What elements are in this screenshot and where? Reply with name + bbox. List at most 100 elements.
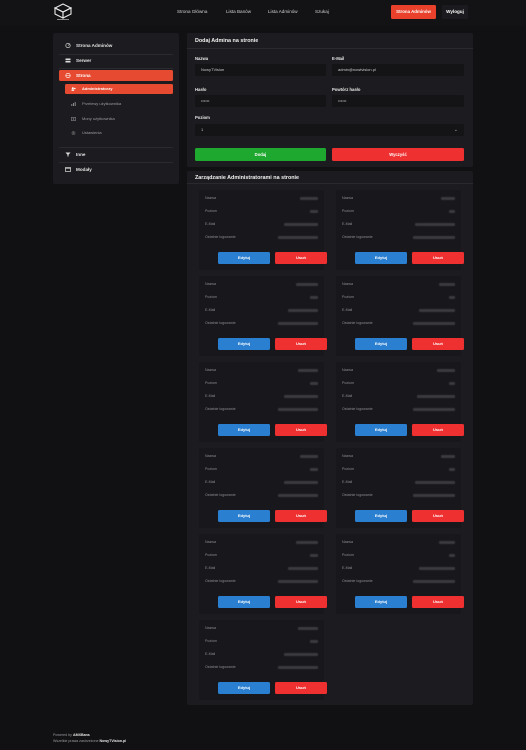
delete-admin-button[interactable]: Usuń [275, 510, 327, 522]
filter-icon [65, 152, 71, 157]
delete-admin-button[interactable]: Usuń [412, 596, 464, 608]
name-input[interactable]: NowyTVision [195, 64, 326, 76]
divider [187, 183, 473, 184]
sidebar-item-site[interactable]: Strona [59, 70, 173, 81]
admin-field-label: E-Mail [205, 308, 216, 312]
edit-admin-button[interactable]: Edytuj [355, 252, 407, 264]
admin-field-value-redacted [300, 455, 318, 458]
admin-card: Nazwa Poziom E-Mail Ostatnie logowanie Edytu… [336, 362, 464, 442]
edit-admin-button[interactable]: Edytuj [218, 682, 270, 694]
add-admin-button[interactable]: Dodaj [195, 148, 326, 161]
edit-admin-button[interactable]: Edytuj [218, 338, 270, 350]
level-select[interactable]: 1 ⌄ [195, 124, 464, 136]
sidebar-subitem-label: Administratorzy [82, 86, 113, 91]
nav-bans[interactable]: Lista Banów [226, 9, 251, 14]
delete-admin-button[interactable]: Usuń [412, 424, 464, 436]
logout-button[interactable]: Wyloguj [442, 5, 468, 19]
sidebar-item-label: Strona Adminów [76, 43, 113, 48]
admin-field-label: Poziom [205, 553, 217, 557]
delete-admin-button[interactable]: Usuń [275, 596, 327, 608]
admin-field-value-redacted [296, 541, 318, 544]
admin-field-value-redacted [278, 494, 318, 497]
admin-field-value-redacted [413, 322, 455, 325]
admin-field-value-redacted [278, 580, 318, 583]
delete-admin-button[interactable]: Usuń [412, 252, 464, 264]
admin-field-row: Nazwa [205, 538, 318, 547]
delete-admin-button[interactable]: Usuń [275, 424, 327, 436]
top-navbar: Strona Główna Lista Banów Lista Adminów … [0, 0, 526, 26]
sidebar-subitem-administrators[interactable]: Administratorzy [65, 84, 173, 94]
admin-field-label: E-Mail [205, 394, 216, 398]
email-input[interactable]: admin@nowtvision.pl [332, 64, 464, 76]
admin-field-label: Nazwa [205, 282, 216, 286]
admin-field-row: E-Mail [342, 306, 455, 315]
sidebar-item-modals[interactable]: Modały [59, 164, 173, 175]
admin-field-label: E-Mail [342, 394, 353, 398]
admin-field-row: Nazwa [205, 452, 318, 461]
admin-field-row: Ostatnie logowanie [205, 233, 318, 242]
admin-field-row: Ostatnie logowanie [205, 319, 318, 328]
delete-admin-button[interactable]: Usuń [275, 338, 327, 350]
divider [59, 162, 173, 163]
admin-card: Nazwa Poziom E-Mail Ostatnie logowanie Edytu… [336, 448, 464, 528]
nav-admins[interactable]: Lista Adminów [268, 9, 298, 14]
sidebar-item-label: Modały [76, 167, 92, 172]
admin-field-value-redacted [284, 653, 318, 656]
nav-home[interactable]: Strona Główna [177, 9, 207, 14]
sidebar-subitem-transfers[interactable]: Przelewy użytkownika [65, 99, 173, 109]
admin-field-label: Nazwa [342, 540, 353, 544]
admin-field-row: E-Mail [205, 478, 318, 487]
delete-admin-button[interactable]: Usuń [275, 252, 327, 264]
admin-field-label: E-Mail [205, 566, 216, 570]
sidebar-subitem-settings[interactable]: Ustawienia [65, 128, 173, 138]
sidebar-item-server[interactable]: Serwer [59, 55, 173, 66]
admin-field-value-redacted [437, 369, 455, 372]
sidebar-item-label: Inne [76, 152, 86, 157]
password-input[interactable]: •••••• [195, 95, 326, 107]
sidebar-item-admin-page[interactable]: Strona Adminów [59, 40, 173, 51]
admin-field-row: Nazwa [342, 280, 455, 289]
admin-field-label: Poziom [205, 381, 217, 385]
admin-field-value-redacted [441, 455, 455, 458]
sidebar-item-other[interactable]: Inne [59, 149, 173, 160]
sidebar-subitem-label: Mony użytkownika [82, 116, 115, 121]
edit-admin-button[interactable]: Edytuj [218, 510, 270, 522]
site-logo[interactable] [53, 3, 73, 21]
nav-search[interactable]: Szukaj [315, 9, 329, 14]
edit-admin-button[interactable]: Edytuj [218, 424, 270, 436]
delete-admin-button[interactable]: Usuń [412, 338, 464, 350]
admin-field-label: Poziom [342, 295, 354, 299]
admin-field-row: Ostatnie logowanie [342, 233, 455, 242]
admin-field-row: Poziom [342, 379, 455, 388]
footer-powered-link[interactable]: AMXBans [73, 733, 90, 737]
admin-field-label: Ostatnie logowanie [205, 321, 236, 325]
edit-admin-button[interactable]: Edytuj [355, 338, 407, 350]
delete-admin-button[interactable]: Usuń [275, 682, 327, 694]
admin-page-button[interactable]: Strona Adminów [391, 5, 436, 19]
admin-field-value-redacted [310, 210, 318, 213]
footer-rights-link[interactable]: NowyTVision.pl [100, 739, 127, 743]
edit-admin-button[interactable]: Edytuj [355, 596, 407, 608]
admin-field-value-redacted [278, 408, 318, 411]
admin-field-value-redacted [296, 283, 318, 286]
admin-field-value-redacted [439, 283, 455, 286]
admin-field-row: Ostatnie logowanie [342, 491, 455, 500]
password-repeat-input[interactable]: •••••• [332, 95, 464, 107]
sidebar-subitem-money[interactable]: Mony użytkownika [65, 114, 173, 124]
admin-field-row: Ostatnie logowanie [205, 405, 318, 414]
edit-admin-button[interactable]: Edytuj [355, 510, 407, 522]
admin-field-row: E-Mail [205, 306, 318, 315]
admin-field-label: Ostatnie logowanie [342, 493, 373, 497]
sidebar-item-label: Strona [76, 73, 91, 78]
delete-admin-button[interactable]: Usuń [412, 510, 464, 522]
edit-admin-button[interactable]: Edytuj [355, 424, 407, 436]
admin-field-value-redacted [449, 468, 455, 471]
admin-field-label: E-Mail [205, 222, 216, 226]
admin-field-row: Poziom [205, 379, 318, 388]
edit-admin-button[interactable]: Edytuj [218, 596, 270, 608]
admin-card: Nazwa Poziom E-Mail Ostatnie logowanie Edytu… [199, 448, 327, 528]
admin-field-label: Nazwa [205, 540, 216, 544]
chart-icon [71, 102, 76, 106]
clear-form-button[interactable]: Wyczyść [332, 148, 464, 161]
edit-admin-button[interactable]: Edytuj [218, 252, 270, 264]
